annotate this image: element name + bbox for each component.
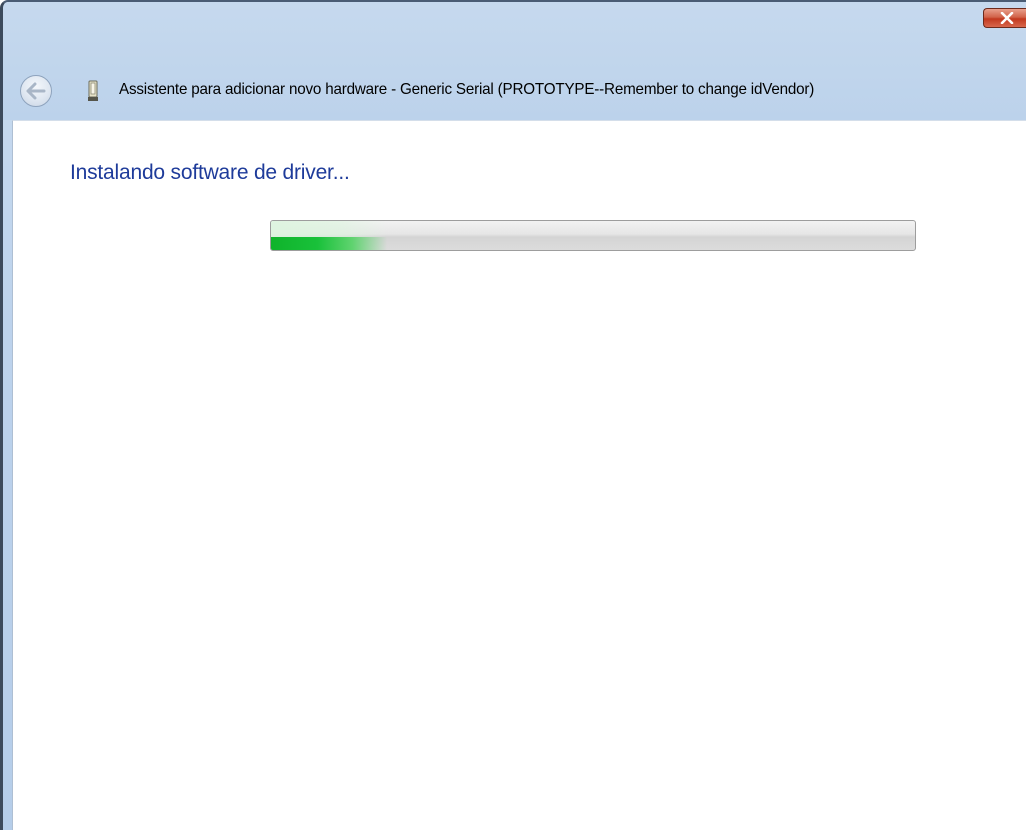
close-button[interactable] [983,8,1026,28]
back-arrow-icon [26,82,46,100]
progress-fill [271,237,387,250]
page-heading: Instalando software de driver... [70,161,350,184]
wizard-window: Assistente para adicionar novo hardware … [0,0,1026,830]
usb-device-icon [88,80,98,101]
back-button[interactable] [20,75,52,107]
close-icon [1000,12,1013,24]
progress-highlight [271,221,387,237]
window-title: Assistente para adicionar novo hardware … [119,81,815,98]
install-progress-bar [270,220,916,251]
title-bar: Assistente para adicionar novo hardware … [3,2,1026,120]
wizard-content: Instalando software de driver... [12,120,1026,830]
nav-row: Assistente para adicionar novo hardware … [3,72,1026,112]
